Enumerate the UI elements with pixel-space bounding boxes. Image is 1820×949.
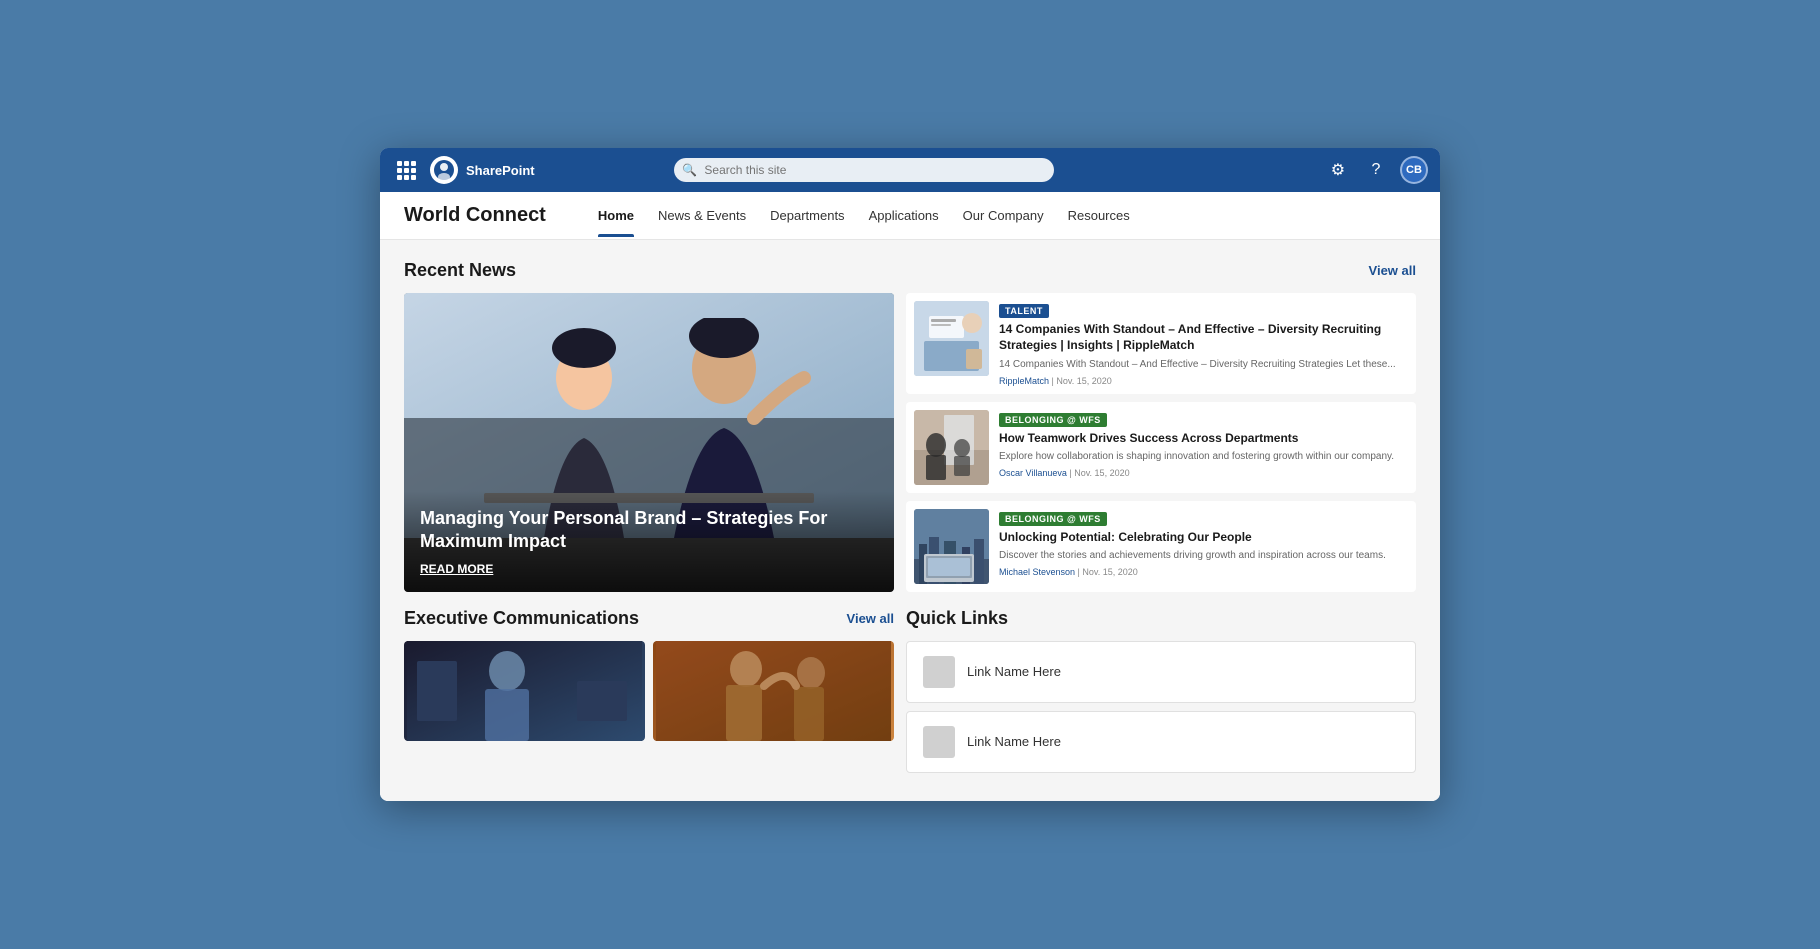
side-news-list: TALENT 14 Companies With Standout – And … (906, 293, 1416, 591)
news-card-image-2 (914, 509, 989, 584)
news-card-content-0: TALENT 14 Companies With Standout – And … (999, 301, 1408, 385)
quick-link-item-1[interactable]: Link Name Here (906, 711, 1416, 773)
news-card-content-2: BELONGING @ WFS Unlocking Potential: Cel… (999, 509, 1408, 584)
quick-links-section: Quick Links Link Name Here Link Name Her… (906, 608, 1416, 781)
news-card-author-2[interactable]: Michael Stevenson (999, 567, 1075, 577)
recent-news-view-all[interactable]: View all (1369, 263, 1416, 278)
news-card-meta-0: RippleMatch | Nov. 15, 2020 (999, 376, 1408, 386)
news-image-talent (914, 301, 989, 376)
search-icon: 🔍 (682, 163, 697, 177)
exec-images (404, 641, 894, 741)
help-icon[interactable]: ? (1362, 156, 1390, 184)
hero-news-card[interactable]: Managing Your Personal Brand – Strategie… (404, 293, 894, 591)
nav-link-departments[interactable]: Departments (758, 194, 856, 237)
news-card-excerpt-2: Discover the stories and achievements dr… (999, 549, 1408, 563)
exec-image-2 (653, 641, 894, 741)
news-tag-2: BELONGING @ WFS (999, 512, 1107, 526)
browser-window: SharePoint 🔍 ⚙ ? CB World Connect Home N… (380, 148, 1440, 800)
news-card-image-0 (914, 301, 989, 376)
recent-news-title: Recent News (404, 260, 516, 281)
nav-item-resources[interactable]: Resources (1056, 194, 1142, 237)
news-image-team (914, 410, 989, 485)
news-card-author-1[interactable]: Oscar Villanueva (999, 468, 1067, 478)
nav-item-apps[interactable]: Applications (857, 194, 951, 237)
logo-icon (430, 156, 458, 184)
nav-link-applications[interactable]: Applications (857, 194, 951, 237)
nav-link-news[interactable]: News & Events (646, 194, 758, 237)
exec-comms-view-all[interactable]: View all (847, 611, 894, 626)
news-card-meta-2: Michael Stevenson | Nov. 15, 2020 (999, 567, 1408, 577)
top-bar-actions: ⚙ ? CB (1324, 156, 1428, 184)
nav-link-our-company[interactable]: Our Company (951, 194, 1056, 237)
top-bar: SharePoint 🔍 ⚙ ? CB (380, 148, 1440, 192)
quick-link-label-1: Link Name Here (967, 734, 1061, 749)
quick-link-icon-0 (923, 656, 955, 688)
logo-area: SharePoint (430, 156, 535, 184)
settings-icon[interactable]: ⚙ (1324, 156, 1352, 184)
news-tag-0: TALENT (999, 304, 1049, 318)
grid-menu-icon[interactable] (392, 156, 420, 184)
news-card-title-0: 14 Companies With Standout – And Effecti… (999, 322, 1408, 353)
news-card-meta-1: Oscar Villanueva | Nov. 15, 2020 (999, 468, 1408, 478)
recent-news-header: Recent News View all (404, 260, 1416, 281)
news-card-1[interactable]: BELONGING @ WFS How Teamwork Drives Succ… (906, 402, 1416, 493)
news-card-image-1 (914, 410, 989, 485)
nav-link-resources[interactable]: Resources (1056, 194, 1142, 237)
exec-comms-title: Executive Communications (404, 608, 639, 629)
news-card-title-1: How Teamwork Drives Success Across Depar… (999, 431, 1408, 447)
nav-links: Home News & Events Departments Applicati… (586, 194, 1142, 237)
quick-links-header: Quick Links (906, 608, 1416, 629)
bottom-grid: Executive Communications View all (404, 608, 1416, 781)
news-card-content-1: BELONGING @ WFS How Teamwork Drives Succ… (999, 410, 1408, 485)
quick-link-label-0: Link Name Here (967, 664, 1061, 679)
news-card-0[interactable]: TALENT 14 Companies With Standout – And … (906, 293, 1416, 393)
user-avatar[interactable]: CB (1400, 156, 1428, 184)
news-grid: Managing Your Personal Brand – Strategie… (404, 293, 1416, 591)
news-card-title-2: Unlocking Potential: Celebrating Our Peo… (999, 530, 1408, 546)
quick-links-title: Quick Links (906, 608, 1008, 629)
hero-overlay: Managing Your Personal Brand – Strategie… (404, 491, 894, 592)
nav-bar: World Connect Home News & Events Departm… (380, 192, 1440, 240)
search-bar: 🔍 (674, 158, 1054, 182)
search-input[interactable] (674, 158, 1054, 182)
site-title: World Connect (404, 204, 546, 227)
nav-item-company[interactable]: Our Company (951, 194, 1056, 237)
main-content: Recent News View all (380, 240, 1440, 800)
news-card-2[interactable]: BELONGING @ WFS Unlocking Potential: Cel… (906, 501, 1416, 592)
news-card-excerpt-1: Explore how collaboration is shaping inn… (999, 450, 1408, 464)
quick-link-item-0[interactable]: Link Name Here (906, 641, 1416, 703)
sharepoint-label: SharePoint (466, 163, 535, 178)
nav-item-news[interactable]: News & Events (646, 194, 758, 237)
news-card-author-0[interactable]: RippleMatch (999, 376, 1049, 386)
hero-read-more[interactable]: READ MORE (420, 562, 878, 576)
nav-item-home[interactable]: Home (586, 194, 646, 237)
news-image-unlock (914, 509, 989, 584)
exec-image-1 (404, 641, 645, 741)
nav-link-home[interactable]: Home (586, 194, 646, 237)
news-card-excerpt-0: 14 Companies With Standout – And Effecti… (999, 358, 1408, 372)
exec-comms-header: Executive Communications View all (404, 608, 894, 629)
hero-title: Managing Your Personal Brand – Strategie… (420, 507, 878, 554)
quick-link-icon-1 (923, 726, 955, 758)
news-tag-1: BELONGING @ WFS (999, 413, 1107, 427)
nav-item-depts[interactable]: Departments (758, 194, 856, 237)
exec-comms-section: Executive Communications View all (404, 608, 894, 781)
